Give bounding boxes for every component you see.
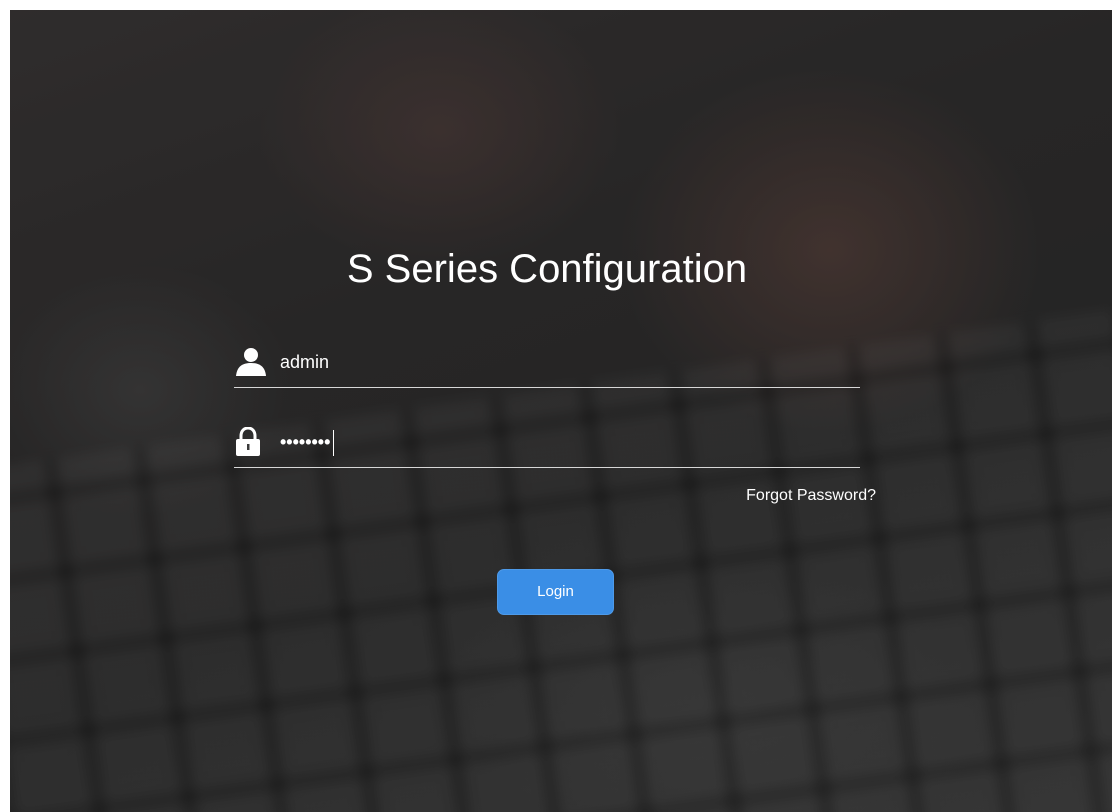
text-caret <box>333 430 335 457</box>
user-icon <box>234 347 270 377</box>
username-input[interactable] <box>280 347 840 377</box>
password-input[interactable]: •••••••• <box>280 427 335 457</box>
login-button[interactable]: Login <box>497 569 614 615</box>
forgot-password-link[interactable]: Forgot Password? <box>746 486 876 506</box>
password-field: •••••••• <box>234 421 860 468</box>
login-page: S Series Configuration •••••••• Forgot P… <box>0 0 1112 812</box>
password-masked-value: •••••••• <box>280 432 331 452</box>
background-image <box>10 10 1112 812</box>
page-title: S Series Configuration <box>346 247 748 291</box>
lock-icon <box>234 427 270 457</box>
username-field <box>234 341 860 388</box>
